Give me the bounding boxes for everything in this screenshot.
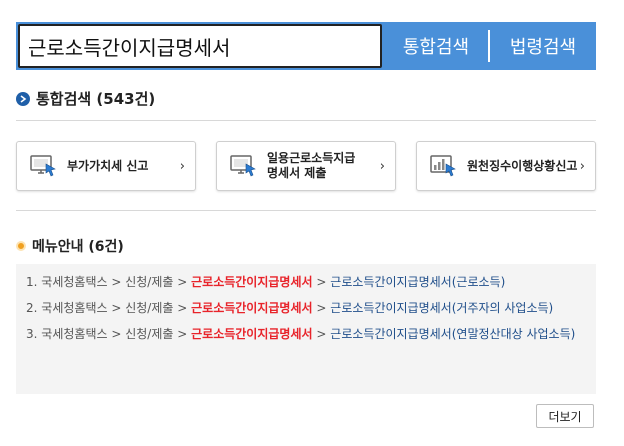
list-item[interactable]: 3. 국세청홈택스 > 신청/제출 > 근로소득간이지급명세서 > 근로소득간이…	[26, 326, 586, 343]
shortcut-label: 원천징수이행상황신고	[467, 158, 578, 173]
monitor-cursor-icon	[30, 155, 56, 177]
menu-results: 1. 국세청홈택스 > 신청/제출 > 근로소득간이지급명세서 > 근로소득간이…	[16, 264, 596, 394]
integrated-title-text: 통합검색 (543건)	[36, 90, 156, 108]
result-separator: >	[316, 301, 327, 315]
search-input[interactable]	[18, 24, 382, 68]
shortcut-vat-return[interactable]: 부가가치세 신고 ›	[16, 141, 196, 191]
list-item[interactable]: 1. 국세청홈택스 > 신청/제출 > 근로소득간이지급명세서 > 근로소득간이…	[26, 274, 586, 291]
result-number: 3.	[26, 327, 38, 341]
result-path: 국세청홈택스 > 신청/제출 >	[41, 301, 188, 315]
law-search-button[interactable]: 법령검색	[490, 22, 596, 70]
result-separator: >	[316, 275, 327, 289]
result-link[interactable]: 근로소득간이지급명세서(거주자의 사업소득)	[330, 301, 553, 315]
shortcut-cards: 부가가치세 신고 › 일용근로소득지급 명세서 제출 › 원천징수이행상황신고 …	[16, 141, 596, 191]
shortcut-withholding-report[interactable]: 원천징수이행상황신고 ›	[416, 141, 596, 191]
result-path: 국세청홈택스 > 신청/제출 >	[41, 275, 188, 289]
divider	[16, 210, 596, 211]
search-bar: 통합검색 법령검색	[16, 22, 596, 70]
shortcut-label: 부가가치세 신고	[67, 158, 149, 173]
monitor-cursor-icon	[230, 155, 256, 177]
chevron-right-icon: ›	[579, 158, 585, 174]
result-separator: >	[316, 327, 327, 341]
bullet-icon	[16, 241, 26, 251]
shortcut-label: 일용근로소득지급 명세서 제출	[267, 151, 356, 180]
chevron-right-icon: ›	[179, 158, 185, 174]
integrated-search-button[interactable]: 통합검색	[384, 22, 488, 70]
result-number: 1.	[26, 275, 38, 289]
menu-title-text: 메뉴안내 (6건)	[32, 239, 124, 255]
more-button[interactable]: 더보기	[536, 404, 594, 428]
chevron-right-icon: ›	[379, 158, 385, 174]
result-link[interactable]: 근로소득간이지급명세서(근로소득)	[330, 275, 505, 289]
integrated-section-title: 통합검색 (543건)	[16, 88, 155, 109]
result-link[interactable]: 근로소득간이지급명세서(연말정산대상 사업소득)	[330, 327, 575, 341]
result-highlight: 근로소득간이지급명세서	[191, 275, 313, 289]
result-highlight: 근로소득간이지급명세서	[191, 327, 313, 341]
arrow-right-icon	[16, 91, 30, 106]
shortcut-daily-wage-statement[interactable]: 일용근로소득지급 명세서 제출 ›	[216, 141, 396, 191]
result-path: 국세청홈택스 > 신청/제출 >	[41, 327, 188, 341]
divider	[16, 120, 596, 121]
result-number: 2.	[26, 301, 38, 315]
chart-cursor-icon	[430, 155, 456, 177]
result-highlight: 근로소득간이지급명세서	[191, 301, 313, 315]
menu-section-title: 메뉴안내 (6건)	[16, 236, 124, 256]
list-item[interactable]: 2. 국세청홈택스 > 신청/제출 > 근로소득간이지급명세서 > 근로소득간이…	[26, 300, 586, 317]
